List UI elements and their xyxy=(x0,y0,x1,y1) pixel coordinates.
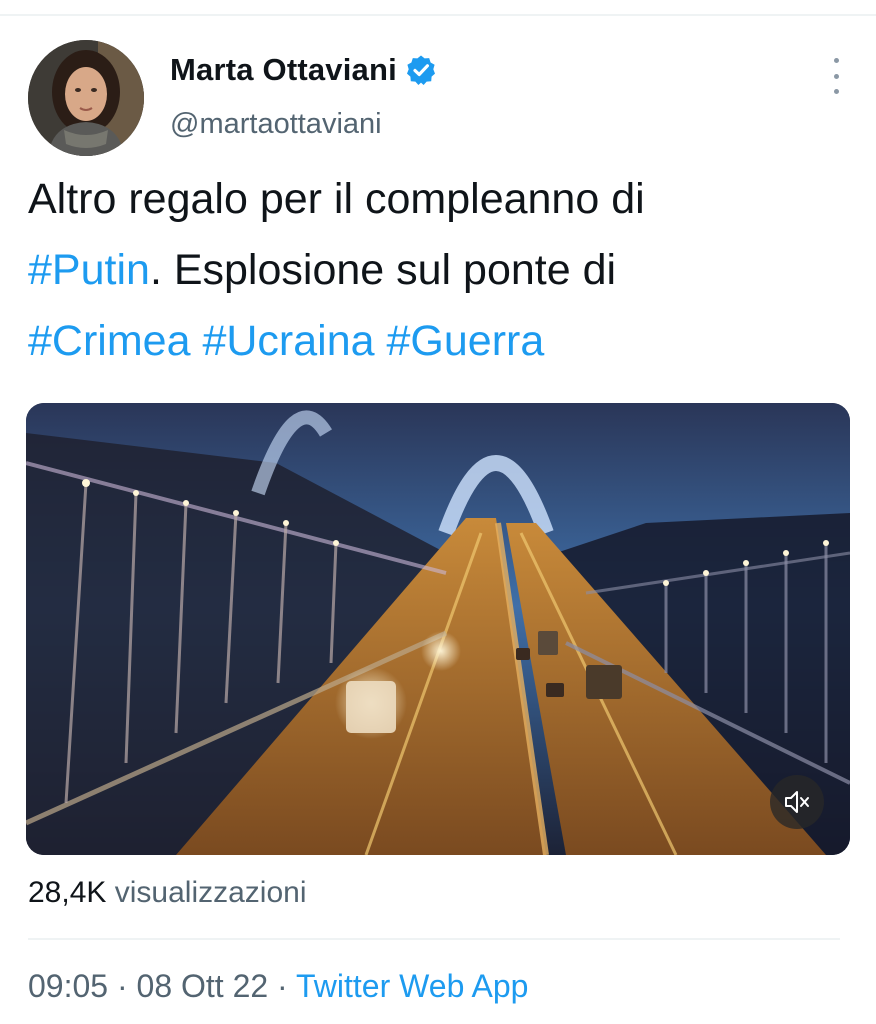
hashtag-guerra[interactable]: #Guerra xyxy=(387,317,545,365)
views-label: visualizzazioni xyxy=(114,876,307,909)
top-divider xyxy=(0,14,876,16)
tweet-text-part: Altro regalo per il compleanno di xyxy=(28,175,645,223)
meta-separator: · xyxy=(277,968,288,1004)
tweet-text: Altro regalo per il compleanno di #Putin… xyxy=(28,164,848,377)
display-name[interactable]: Marta Ottaviani xyxy=(170,52,397,88)
name-row: Marta Ottaviani xyxy=(170,50,437,90)
tweet-source-link[interactable]: Twitter Web App xyxy=(296,968,528,1004)
tweet-meta: 09:05 · 08 Ott 22 · Twitter Web App xyxy=(28,968,528,1005)
speaker-muted-icon xyxy=(785,791,809,813)
mute-button[interactable] xyxy=(770,775,824,829)
tweet-time[interactable]: 09:05 xyxy=(28,968,108,1004)
video-frame-bridge xyxy=(26,403,850,855)
more-vertical-icon xyxy=(833,58,839,63)
hashtag-putin[interactable]: #Putin xyxy=(28,246,150,294)
verified-badge-icon xyxy=(405,54,437,86)
bottom-divider xyxy=(28,938,840,940)
user-handle[interactable]: @martaottaviani xyxy=(170,108,382,141)
avatar-image xyxy=(28,40,144,156)
hashtag-ucraina[interactable]: #Ucraina xyxy=(202,317,374,365)
hashtag-crimea[interactable]: #Crimea xyxy=(28,317,191,365)
tweet-header: Marta Ottaviani @martaottaviani xyxy=(28,40,848,160)
views-count: 28,4K xyxy=(28,876,107,909)
tweet-text-part: . Esplosione sul ponte di xyxy=(149,246,617,294)
meta-separator: · xyxy=(116,968,128,1004)
view-count: 28,4K visualizzazioni xyxy=(28,876,307,910)
video-player[interactable] xyxy=(26,403,850,855)
more-options-button[interactable] xyxy=(824,58,848,94)
tweet-date[interactable]: 08 Ott 22 xyxy=(137,968,269,1004)
avatar[interactable] xyxy=(28,40,144,156)
